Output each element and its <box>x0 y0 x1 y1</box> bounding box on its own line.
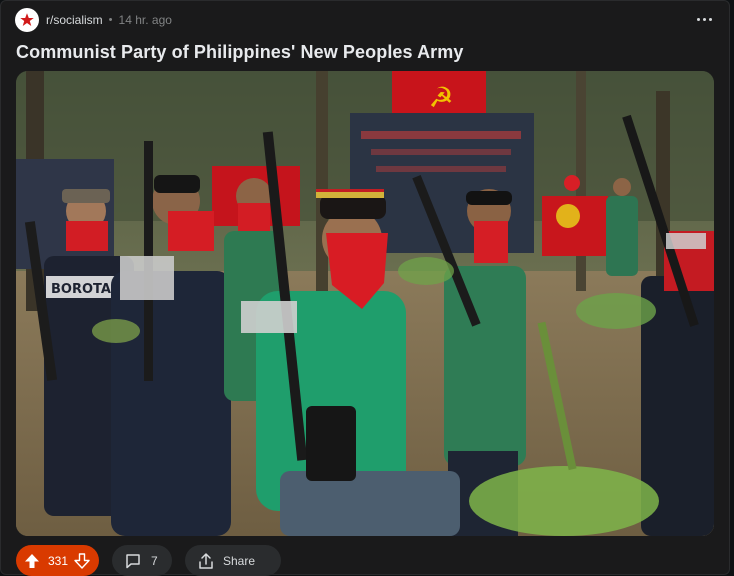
photo-scene: ☭ BOROTAK <box>16 71 714 536</box>
vote-count: 331 <box>48 553 69 568</box>
share-icon <box>197 552 215 570</box>
comment-count: 7 <box>151 553 158 568</box>
post-actions: 331 7 Share <box>16 545 281 576</box>
fern-plant <box>469 466 659 536</box>
comment-icon <box>124 552 142 570</box>
separator-dot: • <box>108 14 113 26</box>
post-title[interactable]: Communist Party of Philippines' New Peop… <box>16 42 464 63</box>
flag-right <box>542 196 608 256</box>
downvote-icon[interactable] <box>74 552 90 569</box>
more-options-button[interactable] <box>693 9 715 29</box>
more-dot <box>696 17 700 21</box>
red-star-icon <box>18 11 36 29</box>
post-card[interactable]: r/socialism • 14 hr. ago Communist Party… <box>0 0 730 576</box>
subreddit-avatar[interactable] <box>15 8 39 32</box>
subreddit-name[interactable]: r/socialism <box>46 13 103 27</box>
vote-pill: 331 <box>16 545 99 576</box>
post-image[interactable]: ☭ BOROTAK <box>16 71 714 536</box>
svg-text:☭: ☭ <box>428 81 453 114</box>
upvote-icon[interactable] <box>24 553 40 569</box>
more-dot <box>708 17 712 21</box>
share-button[interactable]: Share <box>185 545 281 576</box>
post-time: 14 hr. ago <box>118 13 172 27</box>
comments-button[interactable]: 7 <box>112 545 172 576</box>
post-header: r/socialism • 14 hr. ago <box>15 7 172 33</box>
more-dot <box>702 17 706 21</box>
share-label: Share <box>223 553 256 568</box>
